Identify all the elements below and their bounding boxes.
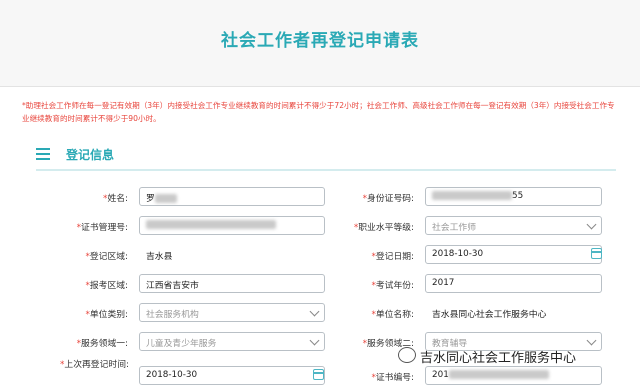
page-title: 社会工作者再登记申请表 (221, 31, 419, 51)
cert-no-field[interactable]: 201 (425, 366, 602, 385)
cert-mgmt-no-label: *证书管理号: (76, 223, 128, 233)
title-bar: 社会工作者再登记申请表 (0, 0, 640, 87)
org-name-label: *单位名称: (371, 310, 414, 320)
org-name-value: 吉水县同心社会工作服务中心 (425, 303, 602, 322)
reg-date-field[interactable]: 2018-10-30 (425, 245, 602, 264)
calendar-icon[interactable] (313, 369, 324, 380)
exam-region-field[interactable]: 江西省吉安市 (139, 274, 325, 293)
list-icon (36, 148, 50, 160)
region-value: 吉水县 (139, 245, 325, 264)
domain1-select[interactable]: 儿童及青少年服务 (139, 332, 325, 351)
last-reg-time-field[interactable]: 2018-10-30 (139, 366, 325, 385)
exam-region-label: *报考区域: (85, 281, 128, 291)
cert-no-label: *证书编号: (371, 373, 414, 383)
name-field[interactable]: 罗 (139, 187, 325, 206)
last-reg-time-label: *上次再登记时间: (60, 360, 129, 370)
level-select[interactable]: 社会工作师 (425, 216, 602, 235)
chevron-down-icon (586, 219, 597, 230)
cert-mgmt-no-field[interactable] (139, 216, 325, 235)
watermark-text: 吉水同心社会工作服务中心 (420, 351, 577, 366)
chevron-down-icon (586, 335, 597, 346)
org-type-label: *单位类别: (85, 310, 128, 320)
wechat-logo-icon (398, 347, 416, 363)
exam-year-label: *考试年份: (371, 281, 414, 291)
chevron-down-icon (309, 306, 320, 317)
name-label: *姓名: (103, 194, 128, 204)
section-header: 登记信息 (36, 143, 616, 171)
exam-year-field[interactable]: 2017 (425, 274, 602, 293)
org-type-select[interactable]: 社会服务机构 (139, 303, 325, 322)
calendar-icon[interactable] (591, 248, 602, 259)
section-title: 登记信息 (66, 148, 115, 162)
reg-date-label: *登记日期: (371, 252, 414, 262)
domain1-label: *服务领域一: (76, 339, 128, 349)
region-label: *登记区域: (85, 252, 128, 262)
id-number-label: *身份证号码: (362, 194, 414, 204)
level-label: *职业水平等级: (353, 223, 414, 233)
id-number-field[interactable]: 55 (425, 187, 602, 206)
chevron-down-icon (309, 335, 320, 346)
continuing-education-notice: *助理社会工作师在每一登记有效期（3年）内接受社会工作专业继续教育的时间累计不得… (22, 101, 615, 123)
